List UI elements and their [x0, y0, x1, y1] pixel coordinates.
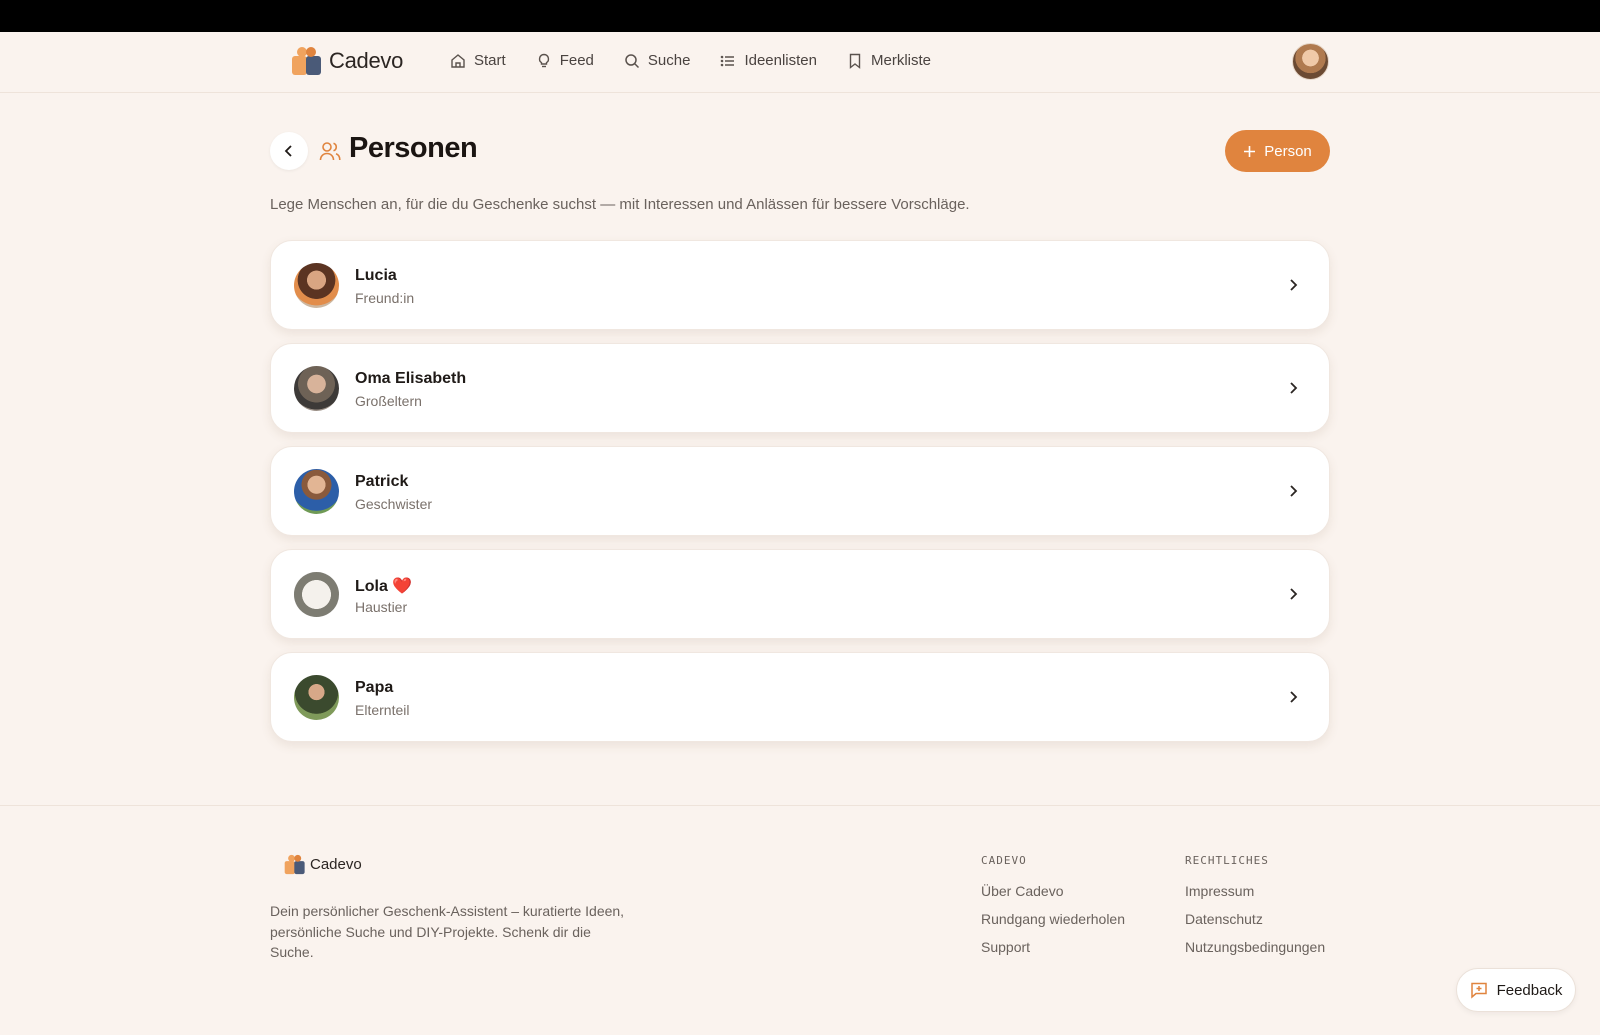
nav-item-label: Merkliste	[871, 52, 932, 69]
page-subtitle: Lege Menschen an, für die du Geschenke s…	[270, 196, 970, 213]
footer-link-terms[interactable]: Nutzungsbedingungen	[1185, 939, 1325, 955]
person-name: Patrick	[355, 473, 409, 490]
person-relation: Haustier	[355, 599, 408, 615]
footer-column-title: RECHTLICHES	[1185, 854, 1269, 867]
person-avatar	[294, 675, 339, 720]
lightbulb-icon	[538, 53, 549, 67]
home-icon	[451, 53, 465, 68]
bookmark-icon	[849, 53, 861, 69]
add-person-button[interactable]: Person	[1225, 130, 1330, 172]
person-relation: Elternteil	[355, 702, 410, 718]
person-card[interactable]: Oma Elisabeth Großeltern	[270, 343, 1330, 433]
users-icon	[319, 142, 341, 161]
footer-column-title: CADEVO	[981, 854, 1027, 867]
page-title-row: Personen Person	[270, 130, 1330, 172]
person-list: Lucia Freund:in Oma Elisabeth Großeltern…	[270, 240, 1330, 755]
nav-item-start[interactable]: Start	[450, 52, 506, 69]
person-card[interactable]: Papa Elternteil	[270, 652, 1330, 742]
browser-top-bar	[0, 0, 1600, 32]
person-avatar	[294, 572, 339, 617]
footer-description: Dein persönlicher Geschenk-Assistent – k…	[270, 903, 625, 960]
plus-icon	[1244, 145, 1256, 157]
footer-link-privacy[interactable]: Datenschutz	[1185, 911, 1325, 927]
person-avatar	[294, 366, 339, 411]
brand-logo[interactable]: Cadevo	[291, 46, 403, 76]
footer-link-support[interactable]: Support	[981, 939, 1125, 955]
person-name: Papa	[355, 679, 394, 696]
main-nav: Start Feed Suche Ideenlisten Merkliste	[450, 52, 931, 69]
nav-item-suche[interactable]: Suche	[624, 52, 691, 69]
nav-item-label: Ideenlisten	[744, 52, 817, 69]
person-name: Oma Elisabeth	[355, 370, 467, 387]
chevron-left-icon	[284, 145, 292, 157]
footer-column-cadevo: CADEVO Über Cadevo Rundgang wiederholen …	[981, 854, 1125, 967]
person-relation: Freund:in	[355, 290, 415, 306]
chevron-right-icon	[1290, 588, 1298, 600]
chevron-right-icon	[1290, 485, 1298, 497]
add-person-label: Person	[1264, 142, 1312, 160]
footer-column-legal: RECHTLICHES Impressum Datenschutz Nutzun…	[1185, 854, 1325, 967]
footer-link-about[interactable]: Über Cadevo	[981, 883, 1125, 899]
feedback-button[interactable]: Feedback	[1456, 968, 1576, 1012]
person-relation: Großeltern	[355, 393, 422, 409]
gift-logo-icon	[292, 47, 321, 75]
nav-item-ideenlisten[interactable]: Ideenlisten	[720, 52, 817, 69]
nav-item-merkliste[interactable]: Merkliste	[847, 52, 931, 69]
chevron-right-icon	[1290, 691, 1298, 703]
person-avatar	[294, 263, 339, 308]
nav-item-feed[interactable]: Feed	[536, 52, 594, 69]
nav-item-label: Start	[474, 52, 506, 69]
person-card[interactable]: Lucia Freund:in	[270, 240, 1330, 330]
search-icon	[625, 53, 639, 68]
chevron-right-icon	[1290, 382, 1298, 394]
back-button[interactable]	[270, 132, 308, 170]
chevron-right-icon	[1290, 279, 1298, 291]
footer-link-impressum[interactable]: Impressum	[1185, 883, 1325, 899]
person-avatar	[294, 469, 339, 514]
footer-link-tour[interactable]: Rundgang wiederholen	[981, 911, 1125, 927]
page-title: Personen	[349, 132, 478, 164]
app-header: Cadevo Start Feed Suche Ideenlisten Merk…	[0, 32, 1600, 93]
list-icon	[721, 55, 735, 66]
person-card[interactable]: Lola ❤️ Haustier	[270, 549, 1330, 639]
user-avatar[interactable]	[1292, 43, 1329, 80]
gift-logo-icon	[284, 854, 305, 875]
brand-name: Cadevo	[329, 48, 404, 73]
footer-logo[interactable]: Cadevo	[284, 854, 362, 875]
page-footer: Cadevo Dein persönlicher Geschenk-Assist…	[0, 805, 1600, 1035]
person-card[interactable]: Patrick Geschwister	[270, 446, 1330, 536]
nav-item-label: Suche	[647, 52, 691, 69]
person-name: Lucia	[355, 267, 397, 284]
message-plus-icon	[1470, 982, 1487, 999]
nav-item-label: Feed	[559, 52, 594, 69]
feedback-label: Feedback	[1496, 981, 1563, 999]
footer-brand-name: Cadevo	[310, 856, 362, 873]
person-relation: Geschwister	[355, 496, 433, 512]
person-name: Lola ❤️	[355, 578, 413, 595]
